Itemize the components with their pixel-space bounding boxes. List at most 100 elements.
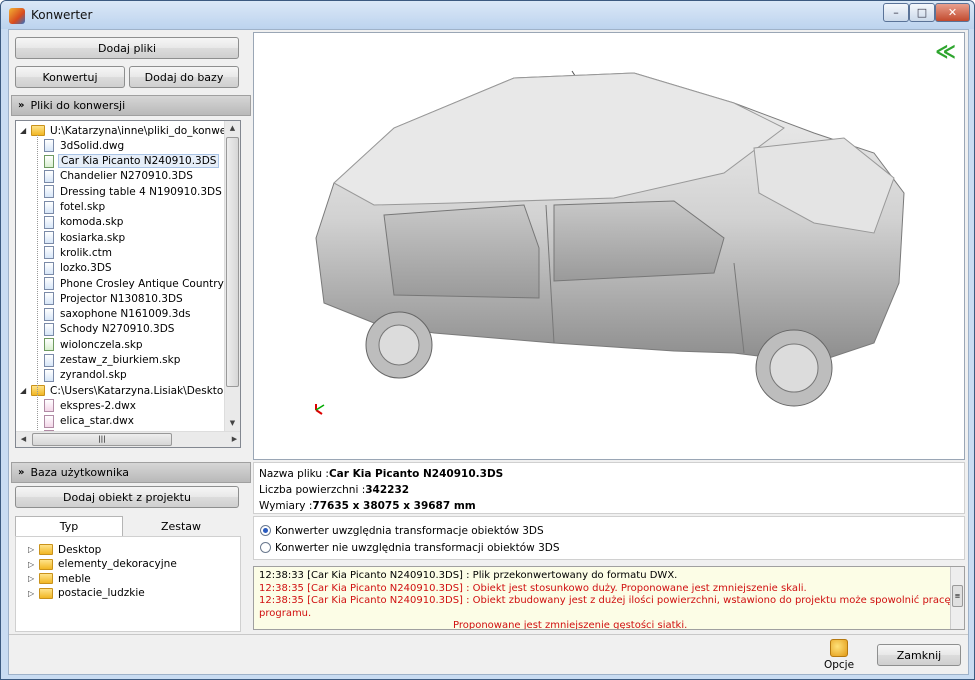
file-icon (44, 185, 54, 199)
option-transform-on[interactable]: Konwerter uwzględnia transformacje obiek… (260, 522, 958, 539)
tree-file[interactable]: Dressing table 4 N190910.3DS (44, 184, 224, 199)
log-scrollbar[interactable]: ≡ (950, 567, 964, 629)
tree-file[interactable]: ekspres-2.dwx (44, 398, 138, 413)
db-tree-item[interactable]: ▷ Desktop (28, 542, 103, 557)
add-object-button[interactable]: Dodaj obiekt z projektu (15, 486, 239, 508)
expand-arrow-icon[interactable]: ▷ (28, 545, 37, 554)
close-button[interactable]: Zamknij (877, 644, 961, 666)
db-tree-item[interactable]: ▷ elementy_dekoracyjne (28, 557, 179, 572)
radio-button-checked[interactable] (260, 525, 271, 536)
tree-file[interactable]: zyrandol.skp (44, 368, 129, 383)
dimensions-value: 77635 x 38075 x 39687 mm (312, 500, 476, 512)
tree-file[interactable]: elica_star.dwx (44, 414, 136, 429)
left-panel: Dodaj pliki Konwertuj Dodaj do bazy » Pl… (11, 32, 251, 632)
tree-file-label: zestaw_z_biurkiem.skp (60, 354, 181, 366)
file-icon (44, 277, 54, 290)
minimize-button[interactable]: – (883, 3, 909, 22)
tree-file[interactable]: saxophone N161009.3ds (44, 307, 193, 322)
tree-file[interactable]: kosiarka.skp (44, 230, 127, 245)
file-icon (44, 292, 54, 306)
tree-file[interactable]: krolik.ctm (44, 245, 114, 260)
tree-file-label: Chandelier N270910.3DS (60, 170, 193, 183)
tree-file[interactable]: fotel.skp (44, 200, 107, 215)
title-bar[interactable]: Konwerter – □ ✕ (1, 1, 974, 29)
folder-icon (31, 125, 45, 136)
tree-folder[interactable]: ◢ C:\Users\Katarzyna.Lisiak\Desktop\ (20, 383, 236, 398)
expand-arrow-icon[interactable]: ▷ (28, 589, 37, 598)
db-tree[interactable]: ▷ Desktop ▷ elementy_dekoracyjne ▷ meble ▷ post… (15, 536, 241, 632)
tree-file-label: wiolonczela.skp (60, 338, 143, 351)
tree-file[interactable]: Chandelier N270910.3DS (44, 169, 195, 184)
tree-file[interactable]: zestaw_z_biurkiem.skp (44, 353, 182, 368)
tree-file[interactable]: Schody N270910.3DS (44, 322, 176, 337)
tab-typ[interactable]: Typ (15, 516, 123, 536)
log-panel[interactable]: 12:38:33 [Car Kia Picanto N240910.3DS] :… (253, 566, 965, 630)
maximize-button[interactable]: □ (909, 3, 935, 22)
add-to-db-button[interactable]: Dodaj do bazy (129, 66, 239, 88)
expand-arrow-icon[interactable]: ▷ (28, 560, 37, 569)
file-info-panel: Nazwa pliku :Car Kia Picanto N240910.3DS… (253, 462, 965, 514)
tree-horizontal-scrollbar[interactable]: ◀ ||| ▶ (16, 431, 240, 447)
file-icon (44, 215, 54, 229)
tree-file[interactable]: lozko.3DS (44, 261, 114, 276)
file-icon (44, 231, 54, 245)
files-section-header[interactable]: » Pliki do konwersji (11, 95, 251, 116)
options-button[interactable]: Opcje (809, 639, 869, 673)
window: Konwerter – □ ✕ Dodaj pliki Konwertuj Do… (0, 0, 975, 680)
expand-arrow-icon[interactable]: ◢ (20, 126, 29, 135)
car-model-render (315, 70, 905, 415)
files-tree[interactable]: ◢ U:\Katarzyna\inne\pliki_do_konwersj 3dSo… (15, 120, 241, 448)
tree-file-label: krolik.ctm (60, 246, 112, 259)
option-transform-off-label: Konwerter nie uwzględnia transformacji o… (275, 541, 560, 554)
close-window-button[interactable]: ✕ (935, 3, 970, 22)
log-line: 12:38:35 [Car Kia Picanto N240910.3DS] :… (259, 595, 951, 619)
tree-file-label: saxophone N161009.3ds (60, 308, 191, 321)
db-section-title: Baza użytkownika (30, 466, 129, 479)
scroll-down-icon[interactable]: ▼ (225, 416, 240, 431)
log-line: Proponowane jest zmniejszenie gęstości s… (453, 620, 688, 630)
file-name-value: Car Kia Picanto N240910.3DS (328, 468, 504, 480)
expand-arrow-icon[interactable]: ▷ (28, 574, 37, 583)
db-tree-item-label: postacie_ludzkie (58, 587, 145, 599)
db-section-header[interactable]: » Baza użytkownika (11, 462, 251, 483)
tree-file[interactable]: Projector N130810.3DS (44, 291, 185, 306)
tree-file[interactable]: Phone Crosley Antique Country S (44, 276, 236, 291)
log-scroll-thumb[interactable]: ≡ (952, 585, 963, 607)
db-tree-item-label: meble (58, 572, 91, 585)
option-transform-off[interactable]: Konwerter nie uwzględnia transformacji o… (260, 539, 958, 556)
tree-file-label: elica_star.dwx (60, 415, 134, 428)
db-tree-item[interactable]: ▷ postacie_ludzkie (28, 586, 147, 601)
folder-icon (39, 573, 53, 584)
tree-file-label: ekspres-2.dwx (60, 399, 136, 412)
convert-button[interactable]: Konwertuj (15, 66, 125, 88)
db-tree-item[interactable]: ▷ meble (28, 571, 93, 586)
scroll-right-icon[interactable]: ▶ (227, 432, 240, 447)
tree-file-label: fotel.skp (60, 201, 106, 213)
tree-file-label: 3dSolid.dwg (60, 139, 125, 152)
tree-file[interactable]: wiolonczela.skp (44, 337, 145, 352)
tree-file-label: zyrandol.skp (60, 369, 127, 382)
file-icon (44, 338, 54, 352)
scroll-left-icon[interactable]: ◀ (16, 432, 31, 447)
tree-file[interactable]: komoda.skp (44, 215, 125, 230)
radio-button-unchecked[interactable] (260, 542, 271, 553)
scroll-thumb[interactable] (226, 137, 239, 387)
scroll-thumb-h[interactable]: ||| (32, 433, 172, 446)
add-files-button[interactable]: Dodaj pliki (15, 37, 239, 59)
surfaces-value: 342232 (365, 484, 410, 496)
expand-arrow-icon[interactable]: ◢ (20, 386, 29, 395)
folder-icon (39, 544, 53, 555)
tree-file[interactable]: 3dSolid.dwg (44, 138, 126, 153)
tree-folder[interactable]: ◢ U:\Katarzyna\inne\pliki_do_konwersj (20, 123, 240, 138)
file-icon (44, 246, 54, 260)
3d-viewport[interactable]: ≪ (253, 32, 965, 460)
files-section-title: Pliki do konwersji (30, 99, 126, 112)
file-icon (44, 169, 54, 183)
scroll-up-icon[interactable]: ▲ (225, 121, 240, 136)
tree-file[interactable]: Car Kia Picanto N240910.3DS (44, 154, 220, 169)
tab-zestaw[interactable]: Zestaw (127, 516, 235, 536)
tree-vertical-scrollbar[interactable]: ▲ ▼ (224, 121, 240, 431)
collapse-chevron-icon: » (18, 100, 25, 111)
options-label: Opcje (823, 659, 855, 671)
file-icon (44, 414, 54, 428)
